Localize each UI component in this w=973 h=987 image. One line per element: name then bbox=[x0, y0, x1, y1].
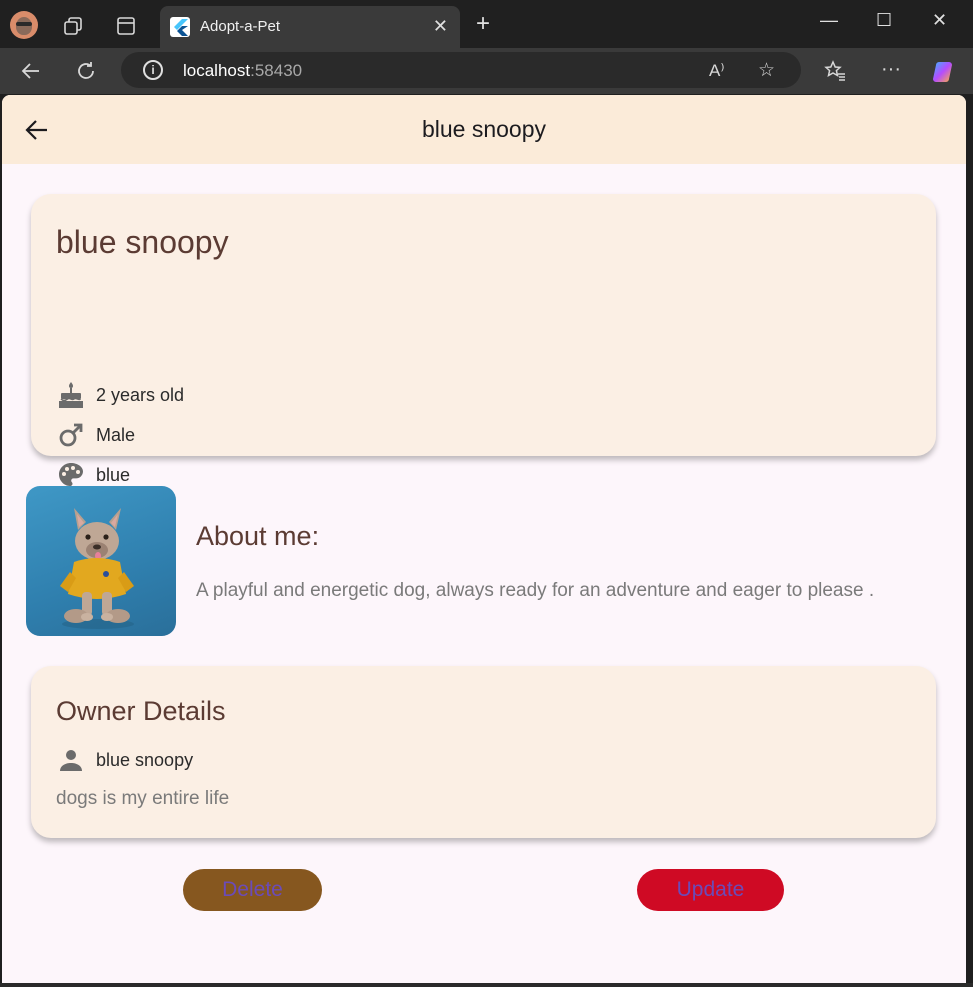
browser-tab-bar: Adopt-a-Pet ✕ + — ☐ ✕ bbox=[0, 0, 973, 48]
avatar-glasses bbox=[16, 22, 32, 26]
cake-icon bbox=[56, 380, 86, 410]
window-edge bbox=[966, 95, 973, 987]
close-window-icon[interactable]: ✕ bbox=[932, 10, 947, 31]
taskbar-edge bbox=[0, 983, 973, 987]
pet-detail-age: 2 years old bbox=[56, 380, 184, 410]
owner-description: dogs is my entire life bbox=[56, 788, 230, 809]
favorites-icon[interactable] bbox=[822, 58, 848, 84]
refresh-icon[interactable] bbox=[73, 58, 99, 84]
address-bar[interactable]: i localhost:58430 A⁾ ☆ bbox=[121, 52, 801, 88]
page-title: blue snoopy bbox=[421, 116, 547, 142]
maximize-icon[interactable]: ☐ bbox=[876, 10, 892, 31]
owner-details-card: Owner Details blue snoopy dogs is my ent… bbox=[31, 666, 936, 838]
copilot-icon[interactable] bbox=[930, 58, 958, 86]
profile-avatar[interactable] bbox=[10, 11, 38, 39]
pet-gender-text: Male bbox=[96, 424, 136, 445]
close-tab-icon[interactable]: ✕ bbox=[433, 16, 448, 37]
site-info-icon[interactable]: i bbox=[143, 60, 163, 80]
new-tab-icon[interactable]: + bbox=[476, 12, 490, 36]
tab-actions-icon[interactable] bbox=[113, 13, 139, 39]
app-bar: blue snoopy bbox=[2, 95, 966, 164]
tab-title: Adopt-a-Pet bbox=[200, 18, 281, 35]
delete-button[interactable]: Delete bbox=[183, 869, 322, 911]
owner-details-heading: Owner Details bbox=[56, 696, 226, 726]
about-me-text: A playful and energetic dog, always read… bbox=[196, 580, 875, 601]
person-icon bbox=[56, 745, 86, 775]
browser-tab-active[interactable]: Adopt-a-Pet ✕ bbox=[160, 6, 460, 48]
update-button[interactable]: Update bbox=[637, 869, 784, 911]
pet-age-text: 2 years old bbox=[96, 384, 185, 405]
pet-details-card: blue snoopy 2 years old Male blue paris bbox=[31, 194, 936, 528]
back-icon[interactable] bbox=[18, 58, 44, 84]
pet-photo bbox=[26, 486, 176, 636]
pet-name: blue snoopy bbox=[56, 224, 229, 260]
owner-name-text: blue snoopy bbox=[96, 749, 194, 770]
url-text: localhost:58430 bbox=[183, 61, 303, 80]
read-aloud-icon[interactable]: A⁾ bbox=[709, 61, 725, 81]
browser-toolbar: i localhost:58430 A⁾ ☆ ··· bbox=[0, 48, 973, 94]
male-icon bbox=[56, 420, 86, 450]
avatar-face bbox=[16, 17, 32, 35]
more-options-icon[interactable]: ··· bbox=[878, 56, 904, 82]
flutter-favicon-icon bbox=[170, 17, 190, 37]
app-viewport: blue snoopy blue snoopy 2 years old Male… bbox=[2, 95, 966, 983]
minimize-icon[interactable]: — bbox=[820, 10, 838, 31]
owner-name-row: blue snoopy bbox=[56, 745, 193, 775]
about-me-heading: About me: bbox=[196, 521, 320, 551]
workspaces-icon[interactable] bbox=[60, 13, 86, 39]
pet-color-text: blue bbox=[96, 464, 131, 485]
favorite-star-icon[interactable]: ☆ bbox=[758, 59, 775, 82]
pet-detail-gender: Male bbox=[56, 420, 135, 450]
